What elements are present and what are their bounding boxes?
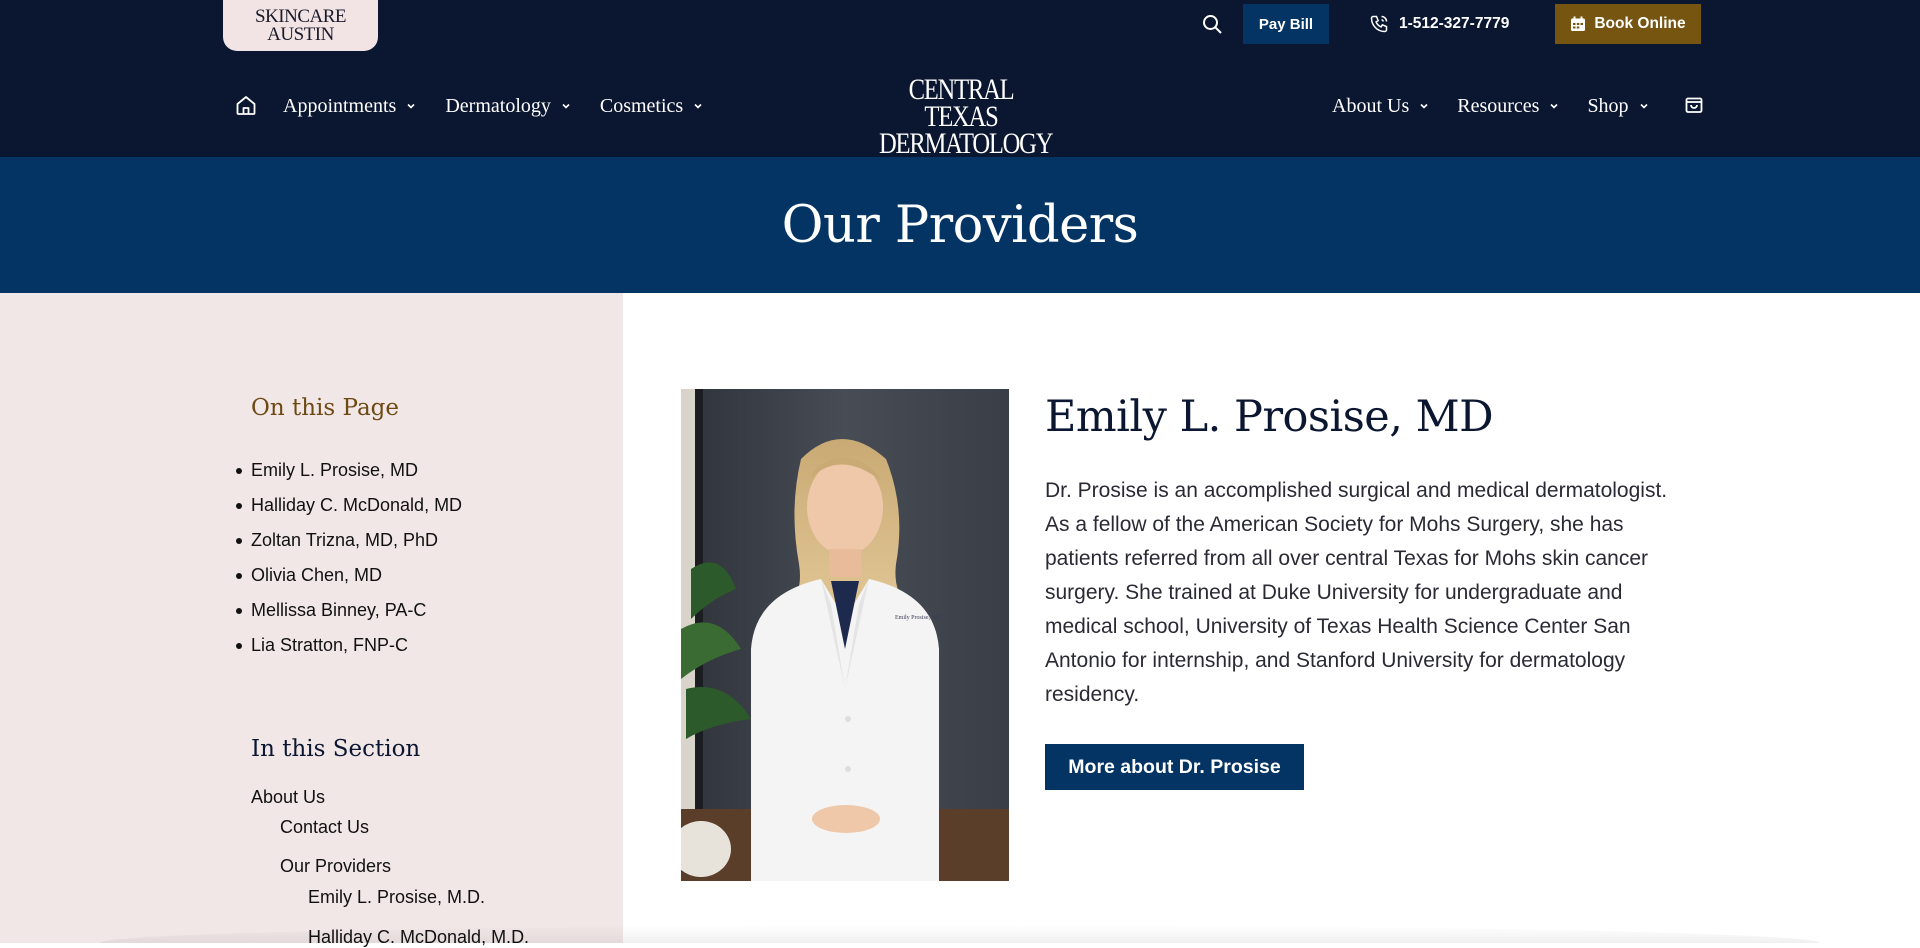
section-link-emily-prosise[interactable]: Emily L. Prosise, M.D. — [308, 887, 485, 908]
on-page-link-prosise[interactable]: Emily L. Prosise, MD — [235, 453, 462, 488]
page-hero: Our Providers — [0, 157, 1920, 293]
primary-nav-left: Appointments Dermatology Cosmetics — [283, 86, 703, 126]
phone-link[interactable]: 1-512-327-7779 — [1369, 4, 1509, 44]
badge-line-1: SKINCARE — [254, 5, 347, 27]
book-online-button[interactable]: Book Online — [1555, 4, 1701, 44]
phone-icon — [1370, 15, 1388, 33]
nav-dermatology[interactable]: Dermatology — [445, 95, 571, 118]
nav-label: Appointments — [283, 94, 397, 117]
nav-label: Shop — [1587, 94, 1629, 117]
skincare-austin-badge[interactable]: SKINCARE AUSTIN — [223, 0, 378, 51]
badge-line-2: AUSTIN — [267, 23, 334, 45]
sidebar: On this Page Emily L. Prosise, MD Hallid… — [0, 293, 623, 947]
phone-number: 1-512-327-7779 — [1399, 15, 1510, 32]
on-page-link-trizna[interactable]: Zoltan Trizna, MD, PhD — [235, 523, 462, 558]
on-this-page-heading: On this Page — [251, 395, 399, 421]
nav-appointments[interactable]: Appointments — [283, 95, 416, 118]
nav-label: Cosmetics — [599, 94, 684, 117]
pay-bill-button[interactable]: Pay Bill — [1243, 4, 1329, 44]
logo-line-1: CENTRAL TEXAS — [908, 73, 1015, 133]
logo-line-2: DERMATOLOGY — [879, 127, 1053, 160]
in-this-section-heading: In this Section — [251, 736, 421, 762]
calendar-icon — [1571, 16, 1586, 31]
home-icon[interactable] — [234, 93, 258, 117]
page-title: Our Providers — [781, 195, 1139, 255]
chevron-down-icon — [1639, 103, 1648, 109]
nav-label: About Us — [1332, 94, 1410, 117]
on-this-page-list: Emily L. Prosise, MD Halliday C. McDonal… — [233, 453, 462, 663]
coat-embroidery: Emily Prosise, MD — [895, 615, 942, 621]
site-header: SKINCARE AUSTIN Pay Bill 1-512-327-7779 … — [0, 0, 1920, 160]
nav-label: Resources — [1457, 94, 1540, 117]
chevron-down-icon — [1550, 103, 1559, 109]
provider-portrait-illustration: Emily Prosise, MD — [681, 389, 1009, 881]
section-link-about-us[interactable]: About Us — [251, 787, 325, 808]
chevron-down-icon — [407, 103, 415, 109]
more-about-provider-button[interactable]: More about Dr. Prosise — [1045, 744, 1304, 790]
chevron-down-icon — [1420, 103, 1428, 109]
nav-about-us[interactable]: About Us — [1332, 95, 1429, 118]
on-page-link-binney[interactable]: Mellissa Binney, PA-C — [235, 593, 462, 628]
on-page-link-chen[interactable]: Olivia Chen, MD — [235, 558, 462, 593]
chevron-down-icon — [562, 103, 570, 109]
provider-photo: Emily Prosise, MD — [681, 389, 1009, 881]
chevron-down-icon — [694, 103, 702, 109]
provider-name: Emily L. Prosise, MD — [1045, 392, 1494, 442]
shopping-bag-icon[interactable] — [1683, 93, 1705, 115]
nav-shop[interactable]: Shop — [1587, 95, 1648, 118]
site-logo[interactable]: CENTRAL TEXAS DERMATOLOGY — [879, 73, 1053, 160]
book-online-label: Book Online — [1594, 15, 1686, 32]
section-link-our-providers[interactable]: Our Providers — [280, 856, 391, 877]
nav-resources[interactable]: Resources — [1457, 95, 1559, 118]
on-page-link-stratton[interactable]: Lia Stratton, FNP-C — [235, 628, 462, 663]
section-link-contact-us[interactable]: Contact Us — [280, 817, 369, 838]
provider-bio: Dr. Prosise is an accomplished surgical … — [1045, 479, 1668, 706]
nav-cosmetics[interactable]: Cosmetics — [600, 95, 703, 118]
on-page-link-mcdonald[interactable]: Halliday C. McDonald, MD — [235, 488, 462, 523]
primary-nav-right: About Us Resources Shop — [1332, 86, 1649, 126]
nav-label: Dermatology — [445, 94, 551, 117]
search-icon[interactable] — [1200, 12, 1224, 36]
